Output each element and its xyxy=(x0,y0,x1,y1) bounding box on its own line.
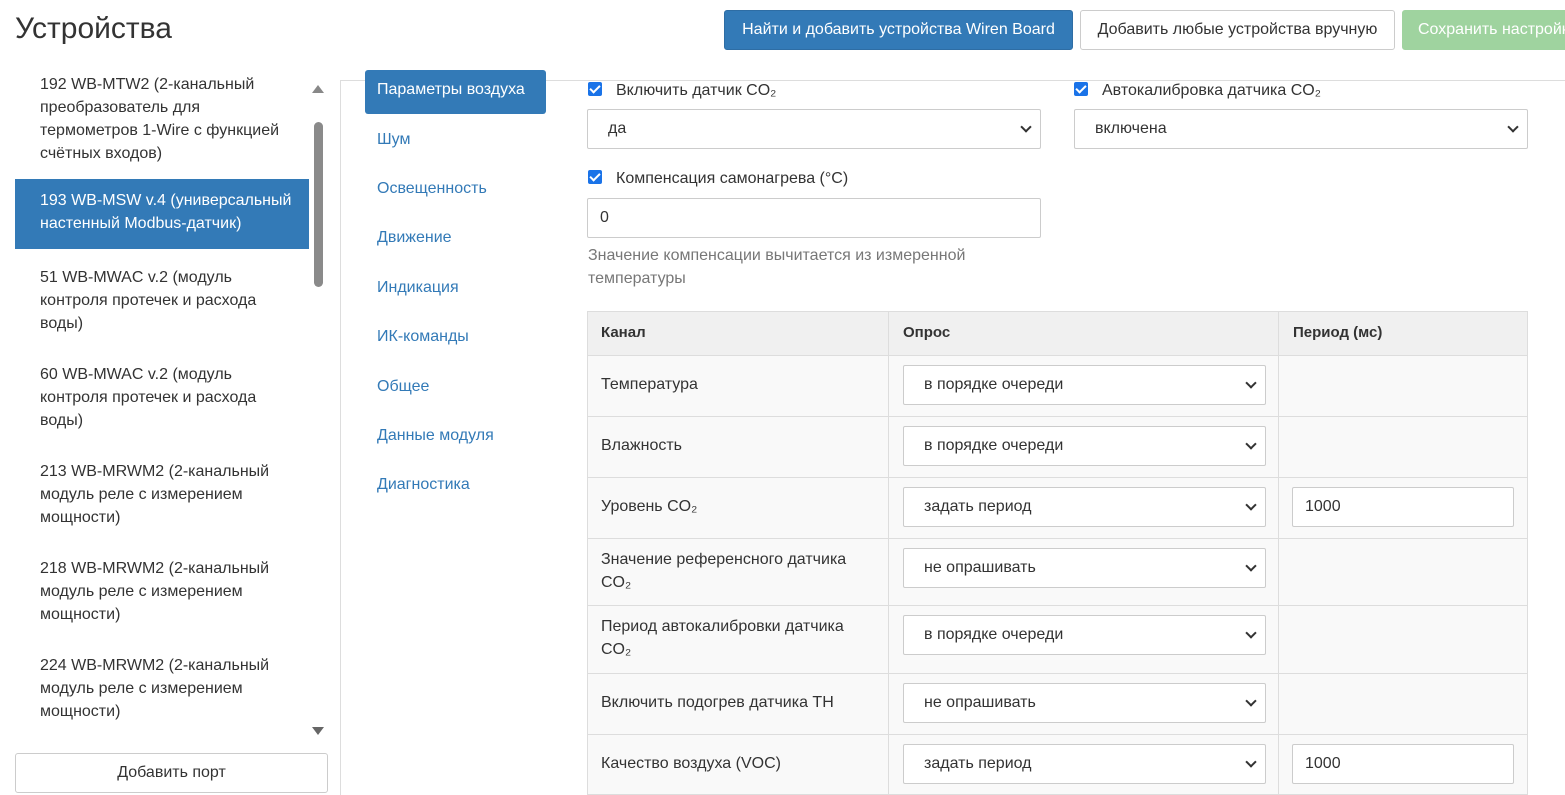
co2-autocal-label: Автокалибровка датчика CO₂ xyxy=(1102,82,1321,99)
poll-value: не опрашивать xyxy=(924,694,1036,711)
tab-indication[interactable]: Индикация xyxy=(365,268,546,312)
co2-enable-checkbox[interactable] xyxy=(588,82,602,96)
poll-value: в порядке очереди xyxy=(924,626,1064,643)
tab-illumination[interactable]: Освещенность xyxy=(365,169,546,213)
self-heat-checkbox[interactable] xyxy=(588,170,602,184)
column-header-period: Период (мс) xyxy=(1293,324,1383,341)
channel-name: Включить подогрев датчика TH xyxy=(601,694,834,711)
poll-select[interactable]: в порядке очереди xyxy=(903,365,1266,405)
chevron-down-icon xyxy=(1507,121,1519,133)
poll-select[interactable]: в порядке очереди xyxy=(903,426,1266,466)
device-item[interactable]: 224 WB-MRWM2 (2-канальный модуль реле с … xyxy=(15,654,309,723)
channel-name: Уровень CO₂ xyxy=(601,498,698,515)
chevron-down-icon xyxy=(1020,121,1032,133)
poll-value: не опрашивать xyxy=(924,559,1036,576)
column-divider xyxy=(888,311,889,795)
poll-select[interactable]: в порядке очереди xyxy=(903,615,1266,655)
column-header-poll: Опрос xyxy=(903,324,951,341)
co2-enable-value: да xyxy=(608,120,627,137)
chevron-down-icon xyxy=(1245,438,1257,450)
device-list: 192 WB-MTW2 (2-канальный преобразователь… xyxy=(15,70,310,740)
poll-select[interactable]: не опрашивать xyxy=(903,683,1266,723)
poll-select[interactable]: не опрашивать xyxy=(903,548,1266,588)
scrollbar-thumb[interactable] xyxy=(314,122,323,287)
period-input[interactable]: 1000 xyxy=(1292,744,1514,784)
tab-general[interactable]: Общее xyxy=(365,367,546,411)
device-item[interactable]: 51 WB-MWAC v.2 (модуль контроля протечек… xyxy=(15,266,309,335)
device-item[interactable]: 213 WB-MRWM2 (2-канальный модуль реле с … xyxy=(15,460,309,529)
add-manual-button[interactable]: Добавить любые устройства вручную xyxy=(1080,10,1395,50)
poll-select[interactable]: задать период xyxy=(903,487,1266,527)
find-devices-button[interactable]: Найти и добавить устройства Wiren Board xyxy=(724,10,1073,50)
tab-ir-commands[interactable]: ИК-команды xyxy=(365,317,546,361)
tab-motion[interactable]: Движение xyxy=(365,218,546,262)
period-input[interactable]: 1000 xyxy=(1292,487,1514,527)
chevron-down-icon xyxy=(1245,560,1257,572)
column-divider xyxy=(1278,311,1279,795)
device-item[interactable]: 218 WB-MRWM2 (2-канальный модуль реле с … xyxy=(15,557,309,626)
save-settings-button[interactable]: Сохранить настройки xyxy=(1402,10,1565,50)
chevron-down-icon xyxy=(1245,695,1257,707)
chevron-down-icon xyxy=(1245,499,1257,511)
channel-name: Значение референсного датчика CO₂ xyxy=(601,551,847,591)
scroll-down-arrow-icon[interactable] xyxy=(312,727,324,735)
co2-autocal-value: включена xyxy=(1095,120,1167,137)
device-item[interactable]: 60 WB-MWAC v.2 (модуль контроля протечек… xyxy=(15,363,309,432)
device-item[interactable]: 192 WB-MTW2 (2-канальный преобразователь… xyxy=(15,73,309,165)
channel-name: Качество воздуха (VOC) xyxy=(601,755,781,772)
self-heat-input[interactable]: 0 xyxy=(587,198,1041,238)
scroll-up-arrow-icon[interactable] xyxy=(312,85,324,93)
tab-diagnostics[interactable]: Диагностика xyxy=(365,465,546,509)
poll-select[interactable]: задать период xyxy=(903,744,1266,784)
chevron-down-icon xyxy=(1245,756,1257,768)
page-title: Устройства xyxy=(15,12,172,45)
channel-name: Влажность xyxy=(601,437,683,454)
column-header-channel: Канал xyxy=(601,324,646,341)
co2-enable-label: Включить датчик CO₂ xyxy=(616,82,777,99)
tab-module-data[interactable]: Данные модуля xyxy=(365,416,546,460)
channel-name: Период автокалибровки датчика CO₂ xyxy=(601,618,844,658)
add-port-button[interactable]: Добавить порт xyxy=(15,753,328,793)
chevron-down-icon xyxy=(1245,377,1257,389)
poll-value: задать период xyxy=(924,755,1032,772)
poll-value: задать период xyxy=(924,498,1032,515)
device-item-active[interactable]: 193 WB-MSW v.4 (универсальный настенный … xyxy=(15,179,309,249)
co2-autocal-checkbox[interactable] xyxy=(1074,82,1088,96)
co2-enable-select[interactable]: да xyxy=(587,109,1041,149)
chevron-down-icon xyxy=(1245,627,1257,639)
co2-autocal-select[interactable]: включена xyxy=(1074,109,1528,149)
self-heat-label: Компенсация самонагрева (°C) xyxy=(616,170,849,187)
tab-air-params[interactable]: Параметры воздуха xyxy=(365,70,546,114)
poll-value: в порядке очереди xyxy=(924,376,1064,393)
tab-noise[interactable]: Шум xyxy=(365,120,546,164)
poll-value: в порядке очереди xyxy=(924,437,1064,454)
channel-name: Температура xyxy=(601,376,698,393)
self-heat-help-text: Значение компенсации вычитается из измер… xyxy=(588,247,966,287)
